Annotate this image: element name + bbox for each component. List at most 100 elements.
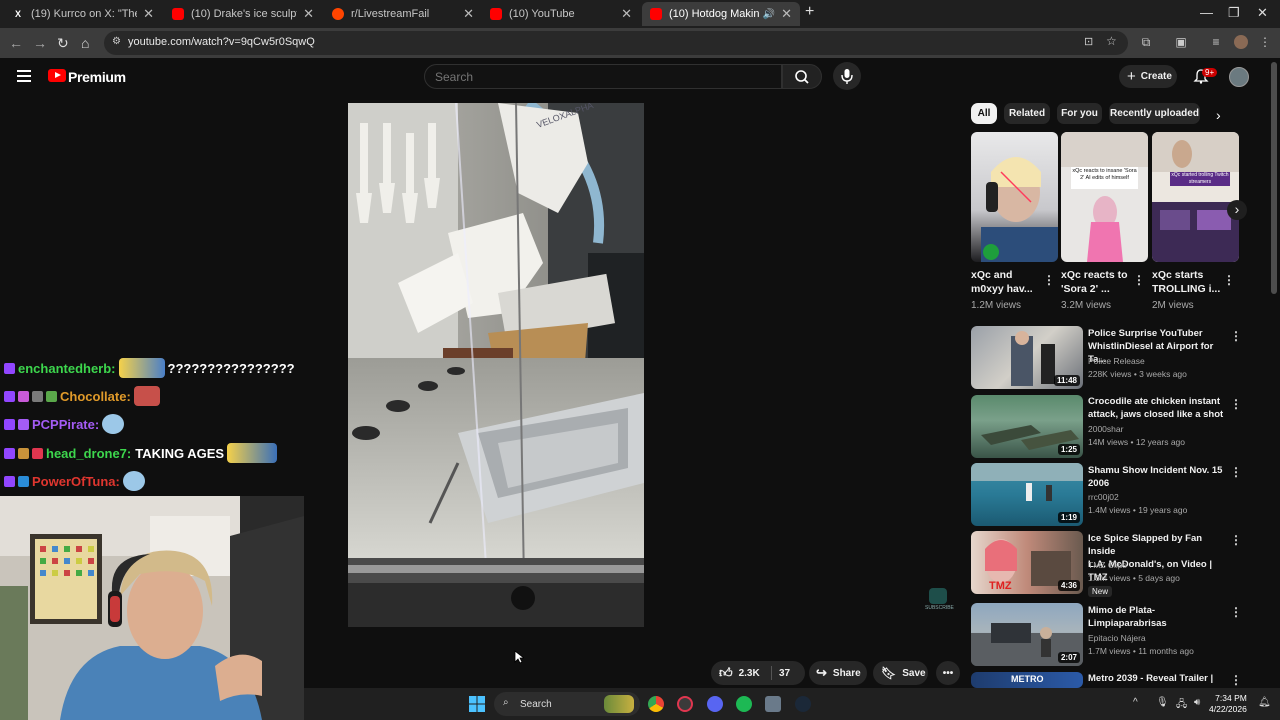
chip-related[interactable]: Related: [1004, 103, 1050, 124]
save-button[interactable]: 🔖︎ Save: [873, 661, 928, 685]
video-title[interactable]: Mimo de Plata- Limpiaparabrisas: [1088, 604, 1228, 630]
search-box[interactable]: [424, 64, 782, 89]
spotify-icon[interactable]: [736, 696, 752, 712]
speaker-icon[interactable]: 🔊: [763, 9, 775, 20]
volume-icon[interactable]: 🔊︎: [1194, 697, 1200, 708]
brand-label[interactable]: Premium: [68, 69, 126, 85]
media-controls-icon[interactable]: ≡: [1209, 35, 1223, 49]
more-vertical-icon[interactable]: ⋮: [1043, 273, 1055, 287]
page-scrollbar[interactable]: [1271, 62, 1277, 294]
tab-livestreamfail[interactable]: r/LivestreamFail ✕: [324, 2, 482, 26]
video-channel[interactable]: 2000shar: [1088, 423, 1123, 436]
chat-username[interactable]: head_drone7:: [46, 446, 131, 461]
new-tab-button[interactable]: +: [805, 3, 814, 21]
video-thumbnail[interactable]: 11:48: [971, 326, 1083, 389]
voice-search-button[interactable]: [833, 62, 861, 90]
close-icon[interactable]: ✕: [143, 6, 154, 22]
extensions-icon[interactable]: ⧉: [1139, 35, 1153, 49]
chat-username[interactable]: enchantedherb:: [18, 361, 116, 376]
system-clock[interactable]: 7:34 PM 4/22/2026: [1209, 693, 1247, 715]
more-vertical-icon[interactable]: ⋮: [1230, 533, 1242, 547]
more-vertical-icon[interactable]: ⋮: [1230, 397, 1242, 411]
close-icon[interactable]: ✕: [303, 6, 314, 22]
video-thumbnail[interactable]: 1:19: [971, 463, 1083, 526]
search-input[interactable]: [425, 65, 781, 88]
home-icon[interactable]: ⌂: [81, 35, 89, 51]
more-actions-button[interactable]: •••: [936, 661, 960, 685]
youtube-logo-icon[interactable]: [48, 69, 66, 82]
video-title[interactable]: Crocodile ate chicken instant attack, jaw…: [1088, 395, 1228, 421]
tab-youtube[interactable]: (10) YouTube ✕: [482, 2, 640, 26]
thumbs-up-icon[interactable]: 👍︎: [719, 665, 733, 681]
more-vertical-icon[interactable]: ⋮: [1230, 673, 1242, 687]
taskbar-search[interactable]: ⌕ Search: [494, 692, 640, 716]
settings-icon[interactable]: [765, 696, 781, 712]
close-icon[interactable]: ✕: [463, 6, 474, 22]
chrome-icon[interactable]: [648, 696, 664, 712]
windows-start-icon[interactable]: [469, 696, 485, 712]
video-channel[interactable]: TMZ Clips: [1088, 559, 1127, 572]
app-icon[interactable]: [677, 696, 693, 712]
reload-icon[interactable]: ↻: [57, 35, 69, 52]
close-window-button[interactable]: ✕: [1257, 5, 1268, 21]
short-thumbnail[interactable]: xQc started trolling Twitch streamers: [1152, 132, 1239, 262]
video-thumbnail[interactable]: 1:25: [971, 395, 1083, 458]
more-vertical-icon[interactable]: ⋮: [1133, 273, 1145, 287]
close-icon[interactable]: ✕: [781, 6, 792, 22]
site-info-icon[interactable]: ⚙: [112, 36, 121, 47]
short-title[interactable]: xQc and m0xyy hav...: [971, 268, 1033, 296]
sidebar-icon[interactable]: ▣: [1174, 35, 1188, 49]
shorts-next-button[interactable]: ›: [1227, 200, 1247, 220]
like-count[interactable]: 2.3K: [739, 668, 760, 679]
short-title[interactable]: xQc starts TROLLING i...: [1152, 268, 1220, 296]
chat-username[interactable]: Chocollate:: [60, 389, 131, 404]
minimize-button[interactable]: —: [1200, 5, 1213, 20]
more-vertical-icon[interactable]: ⋮: [1230, 465, 1242, 479]
short-title[interactable]: xQc reacts to 'Sora 2' ...: [1061, 268, 1128, 296]
video-title[interactable]: Shamu Show Incident Nov. 15 2006: [1088, 464, 1228, 490]
more-vertical-icon[interactable]: ⋮: [1230, 329, 1242, 343]
more-vertical-icon[interactable]: ⋮: [1223, 273, 1235, 287]
tray-chevron-icon[interactable]: ^: [1133, 697, 1138, 708]
notification-icon[interactable]: 🔔︎: [1258, 697, 1271, 708]
forward-icon[interactable]: →: [33, 35, 47, 51]
channel-watermark-icon[interactable]: [929, 588, 947, 604]
video-title[interactable]: Metro 2039 - Reveal Trailer |: [1088, 672, 1228, 685]
discord-icon[interactable]: [707, 696, 723, 712]
menu-icon[interactable]: ⋮: [1258, 35, 1272, 49]
url-text[interactable]: youtube.com/watch?v=9qCw5r0SqwQ: [128, 36, 315, 48]
tab-kurrco[interactable]: X (19) Kurrco on X: "The 100 hott ✕: [4, 2, 162, 26]
chip-for-you[interactable]: For you: [1057, 103, 1102, 124]
chip-recently-uploaded[interactable]: Recently uploaded: [1109, 103, 1200, 124]
chat-username[interactable]: PowerOfTuna:: [32, 474, 120, 489]
video-channel[interactable]: rrc00j02: [1088, 491, 1119, 504]
video-channel[interactable]: Police Release: [1088, 355, 1145, 368]
chip-all[interactable]: All: [971, 103, 997, 124]
chevron-right-icon[interactable]: ›: [1216, 107, 1221, 123]
tab-drake[interactable]: (10) Drake's ice sculpture draws ✕: [164, 2, 322, 26]
share-button[interactable]: ↪ Share: [809, 661, 867, 685]
search-button[interactable]: [782, 64, 822, 89]
video-thumbnail[interactable]: TMZ 4:36: [971, 531, 1083, 594]
short-thumbnail[interactable]: xQc reacts to insane 'Sora 2' AI edits o…: [1061, 132, 1148, 262]
create-button[interactable]: + Create: [1119, 65, 1177, 88]
chat-username[interactable]: PCPPirate:: [32, 417, 99, 432]
microphone-tray-icon[interactable]: 🎙︎: [1156, 697, 1169, 708]
bookmark-star-icon[interactable]: ☆: [1106, 34, 1117, 48]
back-icon[interactable]: ←: [9, 35, 23, 51]
video-player[interactable]: VELOXALPHA: [348, 103, 644, 627]
video-channel[interactable]: Epitacio Nájera: [1088, 632, 1146, 645]
install-icon[interactable]: ⊡: [1084, 35, 1093, 48]
tab-hotdog-robot[interactable]: (10) Hotdog Making Robot 🔊 ✕: [642, 2, 800, 26]
video-thumbnail[interactable]: METRO: [971, 672, 1083, 688]
video-thumbnail[interactable]: 2:07: [971, 603, 1083, 666]
account-avatar[interactable]: [1229, 67, 1249, 87]
address-bar[interactable]: ⚙ youtube.com/watch?v=9qCw5r0SqwQ ⊡ ☆: [104, 31, 1128, 55]
network-icon[interactable]: 🖧: [1176, 697, 1187, 714]
more-vertical-icon[interactable]: ⋮: [1230, 605, 1242, 619]
hamburger-menu-icon[interactable]: [17, 70, 31, 82]
maximize-button[interactable]: ❐: [1228, 5, 1240, 21]
profile-avatar[interactable]: [1234, 35, 1248, 49]
close-icon[interactable]: ✕: [621, 6, 632, 22]
short-thumbnail[interactable]: [971, 132, 1058, 262]
